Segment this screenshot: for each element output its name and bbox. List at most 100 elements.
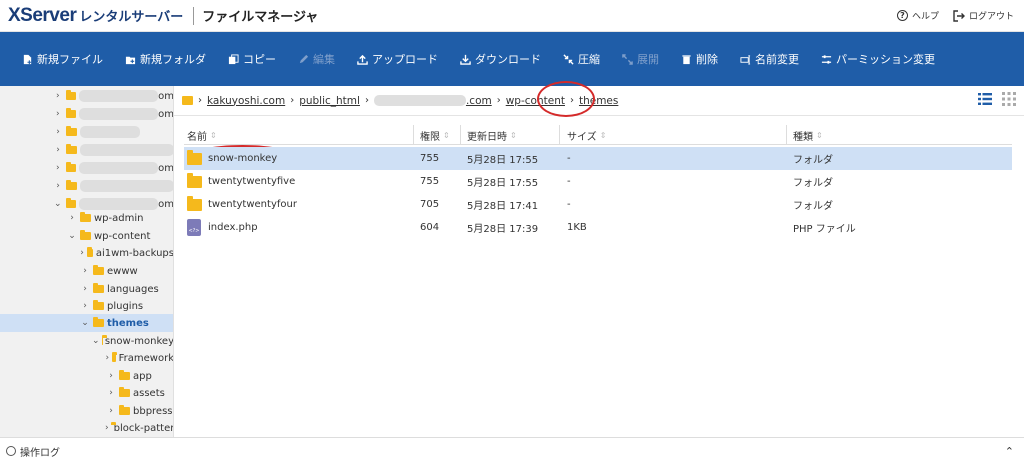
- php-file-icon: <?>: [187, 219, 201, 236]
- table-row[interactable]: snow-monkey 755 5月28日 17:55 - フォルダ: [184, 147, 1012, 170]
- tree-item-languages[interactable]: › languages: [0, 280, 173, 298]
- edit-button[interactable]: 編集: [298, 51, 335, 67]
- file-modified: 5月28日 17:41: [467, 201, 539, 212]
- app-header: XServer レンタルサーバー ファイルマネージャ ? ヘルプ ログアウト: [0, 0, 1024, 32]
- tree-item-blurred[interactable]: ›: [0, 177, 173, 195]
- tree-item-bbpress[interactable]: › bbpress: [0, 402, 173, 420]
- chevron-right-icon: ›: [109, 371, 113, 381]
- rename-button[interactable]: 名前変更: [740, 51, 799, 67]
- delete-label: 削除: [696, 53, 718, 66]
- file-name: index.php: [208, 222, 258, 233]
- chevron-down-icon: ⌄: [68, 231, 76, 241]
- tree-item-block-patterns[interactable]: › block-patterns: [0, 419, 174, 437]
- folder-icon: [66, 144, 77, 154]
- tree-label: assets: [133, 387, 165, 399]
- upload-label: アップロード: [372, 53, 438, 66]
- folder-icon: [111, 352, 117, 362]
- permission-button[interactable]: パーミッション変更: [821, 51, 935, 67]
- compress-button[interactable]: 圧縮: [563, 51, 600, 67]
- chevron-right-icon: ›: [83, 284, 87, 294]
- folder-icon: [93, 283, 104, 293]
- blurred-name: [80, 126, 140, 138]
- copy-icon: [228, 53, 239, 64]
- table-row[interactable]: twentytwentyfour 705 5月28日 17:41 - フォルダ: [184, 193, 1012, 216]
- breadcrumb-item-current[interactable]: themes: [579, 95, 618, 107]
- breadcrumb-item[interactable]: .com: [466, 95, 492, 107]
- copy-button[interactable]: コピー: [228, 51, 276, 67]
- download-icon: [460, 54, 471, 65]
- tree-label-suffix: om: [158, 90, 174, 102]
- delete-button[interactable]: 削除: [681, 51, 718, 67]
- tree-label: block-patterns: [113, 422, 174, 434]
- breadcrumb-item[interactable]: kakuyoshi.com: [207, 95, 285, 107]
- col-header-modified[interactable]: 更新日時 ⇕: [467, 125, 517, 145]
- table-row[interactable]: twentytwentyfive 755 5月28日 17:55 - フォルダ: [184, 170, 1012, 193]
- chevron-right-icon: ›: [56, 127, 60, 137]
- logo-subtext: レンタルサーバー: [79, 9, 184, 25]
- file-name: snow-monkey: [208, 153, 278, 164]
- compress-icon: [563, 53, 574, 65]
- tree-item-assets[interactable]: › assets: [0, 384, 173, 402]
- table-row[interactable]: <?> index.php 604 5月28日 17:39 1KB PHP ファイ…: [184, 216, 1012, 239]
- folder-icon: [65, 108, 77, 118]
- file-permission: 705: [420, 199, 440, 210]
- tree-item-blurred[interactable]: ›: [0, 123, 173, 141]
- chevron-right-icon: ›: [290, 95, 295, 106]
- file-modified: 5月28日 17:55: [467, 155, 539, 166]
- breadcrumb: › kakuyoshi.com › public_html › .com › w…: [174, 86, 1024, 116]
- tree-item-blurred[interactable]: › om: [0, 105, 173, 123]
- tree-item-ai1wm-backups[interactable]: › ai1wm-backups: [0, 244, 173, 262]
- col-header-type[interactable]: 種類 ⇕: [793, 125, 823, 145]
- operation-log-bar[interactable]: 操作ログ ⌃: [0, 437, 1024, 464]
- chevron-down-icon: ⌄: [54, 199, 62, 209]
- file-table: 名前 ⇕ 権限 ⇕ 更新日時 ⇕ サイズ ⇕ 種類 ⇕ snow-monkey 755 5…: [184, 125, 1012, 239]
- new-folder-label: 新規フォルダ: [140, 53, 206, 66]
- pencil-icon: [299, 54, 309, 63]
- tree-item-blurred[interactable]: ›: [0, 141, 173, 159]
- new-folder-button[interactable]: 新規フォルダ: [125, 51, 206, 67]
- upload-button[interactable]: アップロード: [357, 51, 438, 67]
- header-label: サイズ: [567, 131, 597, 143]
- breadcrumb-item[interactable]: wp-content: [506, 95, 565, 107]
- chevron-right-icon: ›: [55, 91, 60, 101]
- tree-item-themes[interactable]: ⌄ themes: [0, 314, 173, 332]
- tree-item-app[interactable]: › app: [0, 367, 173, 385]
- extract-button[interactable]: 展開: [622, 51, 659, 67]
- chevron-right-icon: ›: [364, 95, 369, 106]
- folder-icon: [65, 162, 77, 172]
- home-folder-icon[interactable]: [182, 96, 193, 105]
- xserver-logo[interactable]: XServer レンタルサーバー: [8, 5, 183, 27]
- compress-label: 圧縮: [578, 53, 600, 66]
- col-header-size[interactable]: サイズ ⇕: [567, 125, 606, 145]
- file-name: twentytwentyfour: [208, 199, 297, 210]
- chevron-right-icon: ›: [70, 213, 74, 223]
- file-modified: 5月28日 17:55: [467, 178, 539, 189]
- upload-icon: [357, 54, 368, 65]
- chevron-up-icon[interactable]: ⌃: [1005, 445, 1014, 458]
- tree-item-wp-content[interactable]: ⌄ wp-content: [0, 227, 173, 245]
- list-view-icon[interactable]: [978, 92, 992, 106]
- col-header-permission[interactable]: 権限 ⇕: [420, 125, 450, 145]
- tree-item-plugins[interactable]: › plugins: [0, 297, 173, 315]
- breadcrumb-item[interactable]: public_html: [299, 95, 360, 107]
- grid-view-icon[interactable]: [1002, 92, 1016, 106]
- blurred-name: [80, 144, 173, 156]
- tree-item-blurred[interactable]: › om: [0, 87, 174, 105]
- tree-item-framework[interactable]: › Framework: [0, 349, 173, 367]
- col-header-name[interactable]: 名前 ⇕: [187, 125, 217, 145]
- download-button[interactable]: ダウンロード: [460, 51, 541, 67]
- folder-icon: [119, 405, 130, 415]
- new-file-button[interactable]: 新規ファイル: [22, 51, 103, 67]
- tree-item-wp-admin[interactable]: › wp-admin: [0, 209, 173, 227]
- file-type: フォルダ: [793, 178, 833, 189]
- chevron-down-icon: ⌄: [92, 336, 100, 346]
- folder-tree: › om › om › › › om › ⌄ om › wp-admin ⌄ w…: [0, 86, 174, 437]
- tree-item-blurred[interactable]: › om: [0, 159, 173, 177]
- tree-item-ewww[interactable]: › ewww: [0, 262, 173, 280]
- logout-link[interactable]: ログアウト: [953, 9, 1014, 22]
- chevron-right-icon: ›: [83, 266, 87, 276]
- chevron-right-icon: ›: [496, 95, 501, 106]
- tree-item-snow-monkey[interactable]: ⌄ snow-monkey: [0, 332, 173, 350]
- help-link[interactable]: ? ヘルプ: [896, 9, 939, 22]
- action-toolbar: 新規ファイル 新規フォルダ コピー 編集 アップロード ダウンロード 圧縮 展開…: [0, 32, 1024, 86]
